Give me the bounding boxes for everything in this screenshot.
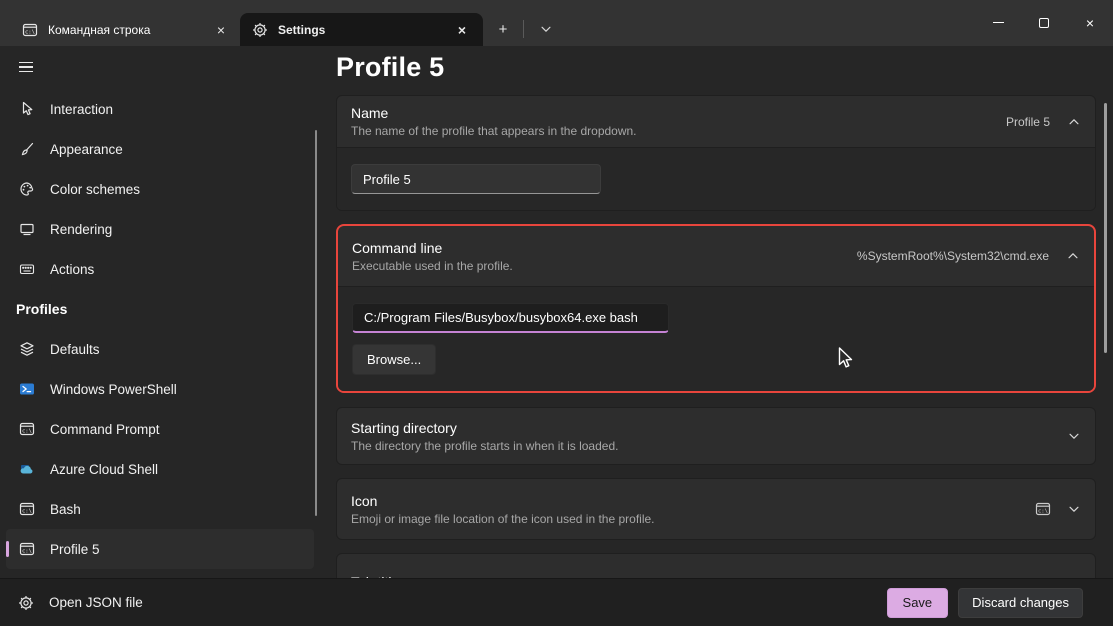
actions-icon	[17, 259, 37, 279]
cmd-icon: c:\	[22, 22, 38, 38]
profile-icon-preview: c:\	[1035, 501, 1051, 517]
sidebar-item-azure-cloud-shell[interactable]: Azure Cloud Shell	[6, 449, 314, 489]
sidebar-item-profile-5[interactable]: c:\ Profile 5	[6, 529, 314, 569]
rendering-icon	[17, 219, 37, 239]
setting-title: Icon	[351, 493, 1035, 509]
svg-text:c:\: c:\	[22, 429, 32, 435]
svg-text:c:\: c:\	[22, 509, 32, 515]
maximize-icon	[1039, 18, 1049, 28]
setting-current-value: Profile 5	[1006, 115, 1050, 129]
titlebar: c:\ Командная строка × Settings × + ×	[0, 0, 1113, 46]
sidebar-nav: Interaction Appearance Color schemes Ren…	[0, 89, 320, 569]
svg-text:c:\: c:\	[1038, 509, 1048, 515]
sidebar-item-defaults[interactable]: Defaults	[6, 329, 314, 369]
setting-caption: The directory the profile starts in when…	[351, 439, 1067, 453]
maximize-button[interactable]	[1021, 0, 1067, 45]
setting-title: Name	[351, 105, 1006, 121]
setting-caption: Executable used in the profile.	[352, 259, 857, 273]
save-button[interactable]: Save	[887, 588, 949, 618]
setting-current-value: %SystemRoot%\System32\cmd.exe	[857, 249, 1049, 263]
tab-settings[interactable]: Settings ×	[240, 13, 483, 46]
hamburger-menu-button[interactable]	[10, 52, 42, 82]
starting-directory-expander-header[interactable]: Starting directory The directory the pro…	[337, 408, 1095, 464]
setting-card-command-line: Command line Executable used in the prof…	[336, 224, 1096, 393]
setting-caption: Emoji or image file location of the icon…	[351, 512, 1035, 526]
browse-button[interactable]: Browse...	[352, 344, 436, 375]
cmd-icon: c:\	[17, 499, 37, 519]
page-title: Profile 5	[336, 52, 1113, 83]
sidebar-scrollbar[interactable]	[315, 130, 317, 516]
footer-bar: Open JSON file Save Discard changes	[0, 578, 1113, 626]
gear-icon	[252, 22, 268, 38]
minimize-button[interactable]	[975, 0, 1021, 45]
powershell-icon	[17, 379, 37, 399]
close-tab-icon[interactable]: ×	[210, 19, 232, 41]
setting-card-icon: Icon Emoji or image file location of the…	[336, 478, 1096, 540]
sidebar-item-bash[interactable]: c:\ Bash	[6, 489, 314, 529]
window-controls: ×	[975, 0, 1113, 45]
tab-title-expander-header[interactable]: Tab title	[337, 554, 1095, 578]
close-window-button[interactable]: ×	[1067, 0, 1113, 45]
command-line-expander-header[interactable]: Command line Executable used in the prof…	[338, 226, 1094, 286]
mouse-cursor	[838, 347, 853, 369]
profile-name-input[interactable]	[351, 164, 601, 194]
azure-cloud-icon	[17, 459, 37, 479]
tabbar-divider	[523, 20, 524, 38]
setting-title: Command line	[352, 240, 857, 256]
sidebar-item-interaction[interactable]: Interaction	[6, 89, 314, 129]
cmd-icon: c:\	[17, 419, 37, 439]
close-tab-icon[interactable]: ×	[451, 19, 473, 41]
tab-label: Командная строка	[48, 23, 210, 37]
icon-expander-header[interactable]: Icon Emoji or image file location of the…	[337, 479, 1095, 539]
main-scrollbar[interactable]	[1104, 103, 1107, 353]
profiles-section-label: Profiles	[0, 289, 320, 329]
chevron-up-icon	[1067, 115, 1081, 129]
svg-text:c:\: c:\	[25, 29, 35, 35]
tab-label: Settings	[278, 23, 451, 37]
sidebar-item-windows-powershell[interactable]: Windows PowerShell	[6, 369, 314, 409]
tab-strip: c:\ Командная строка × Settings × +	[0, 0, 562, 46]
new-tab-button[interactable]: +	[489, 16, 517, 42]
sidebar-item-rendering[interactable]: Rendering	[6, 209, 314, 249]
layers-icon	[17, 339, 37, 359]
sidebar-item-color-schemes[interactable]: Color schemes	[6, 169, 314, 209]
sidebar: Interaction Appearance Color schemes Ren…	[0, 46, 320, 578]
minimize-icon	[993, 22, 1004, 23]
sidebar-item-actions[interactable]: Actions	[6, 249, 314, 289]
sidebar-item-command-prompt[interactable]: c:\ Command Prompt	[6, 409, 314, 449]
svg-text:c:\: c:\	[22, 549, 32, 555]
command-line-input[interactable]	[352, 303, 669, 333]
setting-card-name: Name The name of the profile that appear…	[336, 95, 1096, 211]
chevron-down-icon	[1067, 429, 1081, 443]
tab-command-prompt[interactable]: c:\ Командная строка ×	[12, 13, 240, 46]
appearance-icon	[17, 139, 37, 159]
discard-changes-button[interactable]: Discard changes	[958, 588, 1083, 618]
interaction-icon	[17, 99, 37, 119]
setting-card-tab-title: Tab title	[336, 553, 1096, 578]
main-content: Profile 5 Name The name of the profile t…	[320, 46, 1113, 578]
tab-dropdown-button[interactable]	[532, 16, 560, 42]
chevron-down-icon	[1067, 502, 1081, 516]
setting-title: Starting directory	[351, 420, 1067, 436]
name-expander-header[interactable]: Name The name of the profile that appear…	[337, 96, 1095, 147]
gear-icon	[16, 593, 36, 613]
setting-caption: The name of the profile that appears in …	[351, 124, 1006, 138]
chevron-up-icon	[1066, 249, 1080, 263]
setting-card-starting-directory: Starting directory The directory the pro…	[336, 407, 1096, 465]
open-json-file-button[interactable]: Open JSON file	[0, 593, 887, 613]
cmd-icon: c:\	[17, 539, 37, 559]
sidebar-item-appearance[interactable]: Appearance	[6, 129, 314, 169]
windows-terminal-settings-window: c:\ Командная строка × Settings × + ×	[0, 0, 1113, 626]
color-schemes-icon	[17, 179, 37, 199]
